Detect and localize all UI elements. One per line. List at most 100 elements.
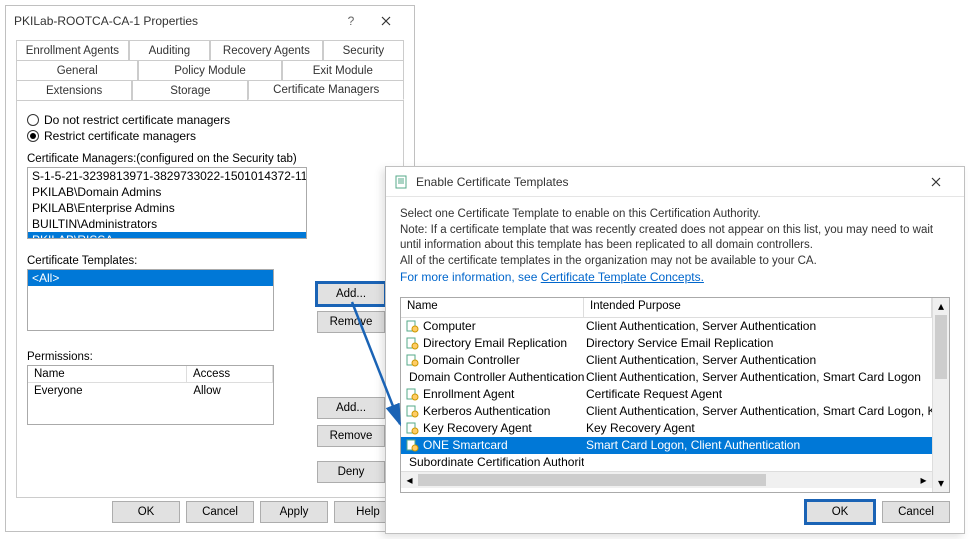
info-line1: Select one Certificate Template to enabl…: [400, 207, 950, 223]
scroll-left-icon[interactable]: ◂: [401, 472, 418, 488]
cert-managers-label: Certificate Managers:(configured on the …: [27, 153, 393, 165]
table-row[interactable]: Domain Controller Client Authentication, …: [401, 352, 932, 369]
close-icon[interactable]: [916, 167, 956, 197]
close-icon[interactable]: [366, 6, 406, 36]
table-row[interactable]: ONE SmartcardSmart Card Logon, Client Au…: [401, 437, 932, 454]
tab-auditing[interactable]: Auditing: [129, 40, 210, 60]
perm-name: Everyone: [28, 383, 187, 399]
scroll-right-icon[interactable]: ▸: [915, 472, 932, 488]
row-purpose: Certificate Request Agent: [584, 387, 932, 401]
table-row[interactable]: Directory Email ReplicationDirectory Ser…: [401, 335, 932, 352]
tab-security[interactable]: Security: [323, 40, 404, 60]
row-name: Subordinate Certification Authority: [409, 455, 584, 469]
permissions-table[interactable]: Name Access Everyone Allow: [27, 365, 274, 425]
dialog-body: Select one Certificate Template to enabl…: [386, 197, 964, 501]
row-name: Kerberos Authentication: [423, 404, 550, 418]
col-name[interactable]: Name: [28, 366, 187, 382]
dialog-buttons: OK Cancel Apply Help: [112, 501, 402, 523]
tab-storage[interactable]: Storage: [132, 80, 248, 100]
info-line2: Note: If a certificate template that was…: [400, 223, 950, 254]
enable-titlebar: Enable Certificate Templates: [386, 167, 964, 197]
info-link-pre: For more information, see: [400, 270, 541, 284]
radio-restrict-label: Restrict certificate managers: [44, 129, 196, 143]
enable-templates-dialog: Enable Certificate Templates Select one …: [385, 166, 965, 534]
col-access[interactable]: Access: [187, 366, 273, 382]
row-purpose: Client Authentication, Server Authentica…: [584, 353, 932, 367]
dialog-buttons: OK Cancel: [806, 501, 950, 523]
list-item[interactable]: PKILAB\RISSA: [28, 232, 306, 239]
list-item[interactable]: S-1-5-21-3239813971-3829733022-150101437…: [28, 168, 306, 184]
tab-recovery-agents[interactable]: Recovery Agents: [210, 40, 323, 60]
apply-button[interactable]: Apply: [260, 501, 328, 523]
templates-listview[interactable]: Name Intended Purpose ComputerClient Aut…: [400, 297, 950, 493]
perm-access: Allow: [187, 383, 273, 399]
row-name: Domain Controller Authentication: [409, 370, 584, 384]
radio-off-icon: [27, 114, 39, 126]
col-name[interactable]: Name: [401, 298, 584, 317]
radio-unrestrict-label: Do not restrict certificate managers: [44, 113, 230, 127]
table-row[interactable]: Key Recovery AgentKey Recovery Agent: [401, 420, 932, 437]
ok-button[interactable]: OK: [112, 501, 180, 523]
properties-titlebar: PKILab-ROOTCA-CA-1 Properties ?: [6, 6, 414, 36]
radio-restrict[interactable]: Restrict certificate managers: [27, 129, 393, 143]
radio-on-icon: [27, 130, 39, 142]
row-name: Domain Controller: [423, 353, 520, 367]
table-row[interactable]: Domain Controller AuthenticationClient A…: [401, 369, 932, 386]
scroll-down-icon[interactable]: ▾: [933, 475, 949, 492]
cert-templates-label: Certificate Templates:: [27, 255, 393, 267]
row-purpose: Smart Card Logon, Client Authentication: [584, 438, 932, 452]
certificate-template-icon: [405, 438, 419, 452]
ok-button[interactable]: OK: [806, 501, 874, 523]
cert-templates-list[interactable]: <All>: [27, 269, 274, 331]
cancel-button[interactable]: Cancel: [882, 501, 950, 523]
row-name: Enrollment Agent: [423, 387, 514, 401]
certificate-template-icon: [405, 421, 419, 435]
list-item[interactable]: BUILTIN\Administrators: [28, 216, 306, 232]
scroll-up-icon[interactable]: ▴: [933, 298, 949, 315]
row-name: Directory Email Replication: [423, 336, 567, 350]
help-icon[interactable]: ?: [336, 14, 366, 28]
row-name: Key Recovery Agent: [423, 421, 532, 435]
tab-certificate-managers[interactable]: Certificate Managers: [248, 80, 404, 100]
row-purpose: Client Authentication, Server Authentica…: [584, 404, 932, 418]
table-header: Name Access: [28, 366, 273, 383]
table-row[interactable]: Everyone Allow: [28, 383, 273, 399]
certificate-template-icon: [405, 353, 419, 367]
table-row[interactable]: ComputerClient Authentication, Server Au…: [401, 318, 932, 335]
info-line3: All of the certificate templates in the …: [400, 254, 950, 270]
tab-strip: Enrollment Agents Auditing Recovery Agen…: [16, 40, 404, 100]
add-permission-button[interactable]: Add...: [317, 397, 385, 419]
row-name: Computer: [423, 319, 476, 333]
cancel-button[interactable]: Cancel: [186, 501, 254, 523]
radio-unrestrict[interactable]: Do not restrict certificate managers: [27, 113, 393, 127]
list-item[interactable]: <All>: [28, 270, 273, 286]
col-purpose[interactable]: Intended Purpose: [584, 298, 932, 317]
tab-exit-module[interactable]: Exit Module: [282, 60, 404, 80]
table-header: Name Intended Purpose: [401, 298, 932, 318]
remove-permission-button[interactable]: Remove: [317, 425, 385, 447]
remove-template-button[interactable]: Remove: [317, 311, 385, 333]
vertical-scrollbar[interactable]: ▴ ▾: [932, 298, 949, 492]
properties-window: PKILab-ROOTCA-CA-1 Properties ? Enrollme…: [5, 5, 415, 532]
deny-button[interactable]: Deny: [317, 461, 385, 483]
list-item[interactable]: PKILAB\Enterprise Admins: [28, 200, 306, 216]
tab-general[interactable]: General: [16, 60, 138, 80]
add-template-button[interactable]: Add...: [317, 283, 385, 305]
properties-title: PKILab-ROOTCA-CA-1 Properties: [14, 14, 336, 28]
tab-policy-module[interactable]: Policy Module: [138, 60, 281, 80]
table-row[interactable]: Kerberos Authentication Client Authentica…: [401, 403, 932, 420]
cert-managers-list[interactable]: S-1-5-21-3239813971-3829733022-150101437…: [27, 167, 307, 239]
tab-panel: Do not restrict certificate managers Res…: [16, 100, 404, 498]
table-row[interactable]: Enrollment Agent Certificate Request Agen…: [401, 386, 932, 403]
template-concepts-link[interactable]: Certificate Template Concepts.: [541, 270, 704, 284]
permissions-label: Permissions:: [27, 351, 393, 363]
horizontal-scrollbar[interactable]: ◂ ▸: [401, 471, 932, 488]
scroll-thumb[interactable]: [418, 474, 766, 486]
scroll-thumb[interactable]: [935, 315, 947, 379]
list-item[interactable]: PKILAB\Domain Admins: [28, 184, 306, 200]
table-row[interactable]: Subordinate Certification Authority: [401, 454, 932, 471]
tab-extensions[interactable]: Extensions: [16, 80, 132, 100]
tab-enrollment-agents[interactable]: Enrollment Agents: [16, 40, 129, 60]
certificate-template-icon: [405, 319, 419, 333]
certificate-template-icon: [405, 336, 419, 350]
